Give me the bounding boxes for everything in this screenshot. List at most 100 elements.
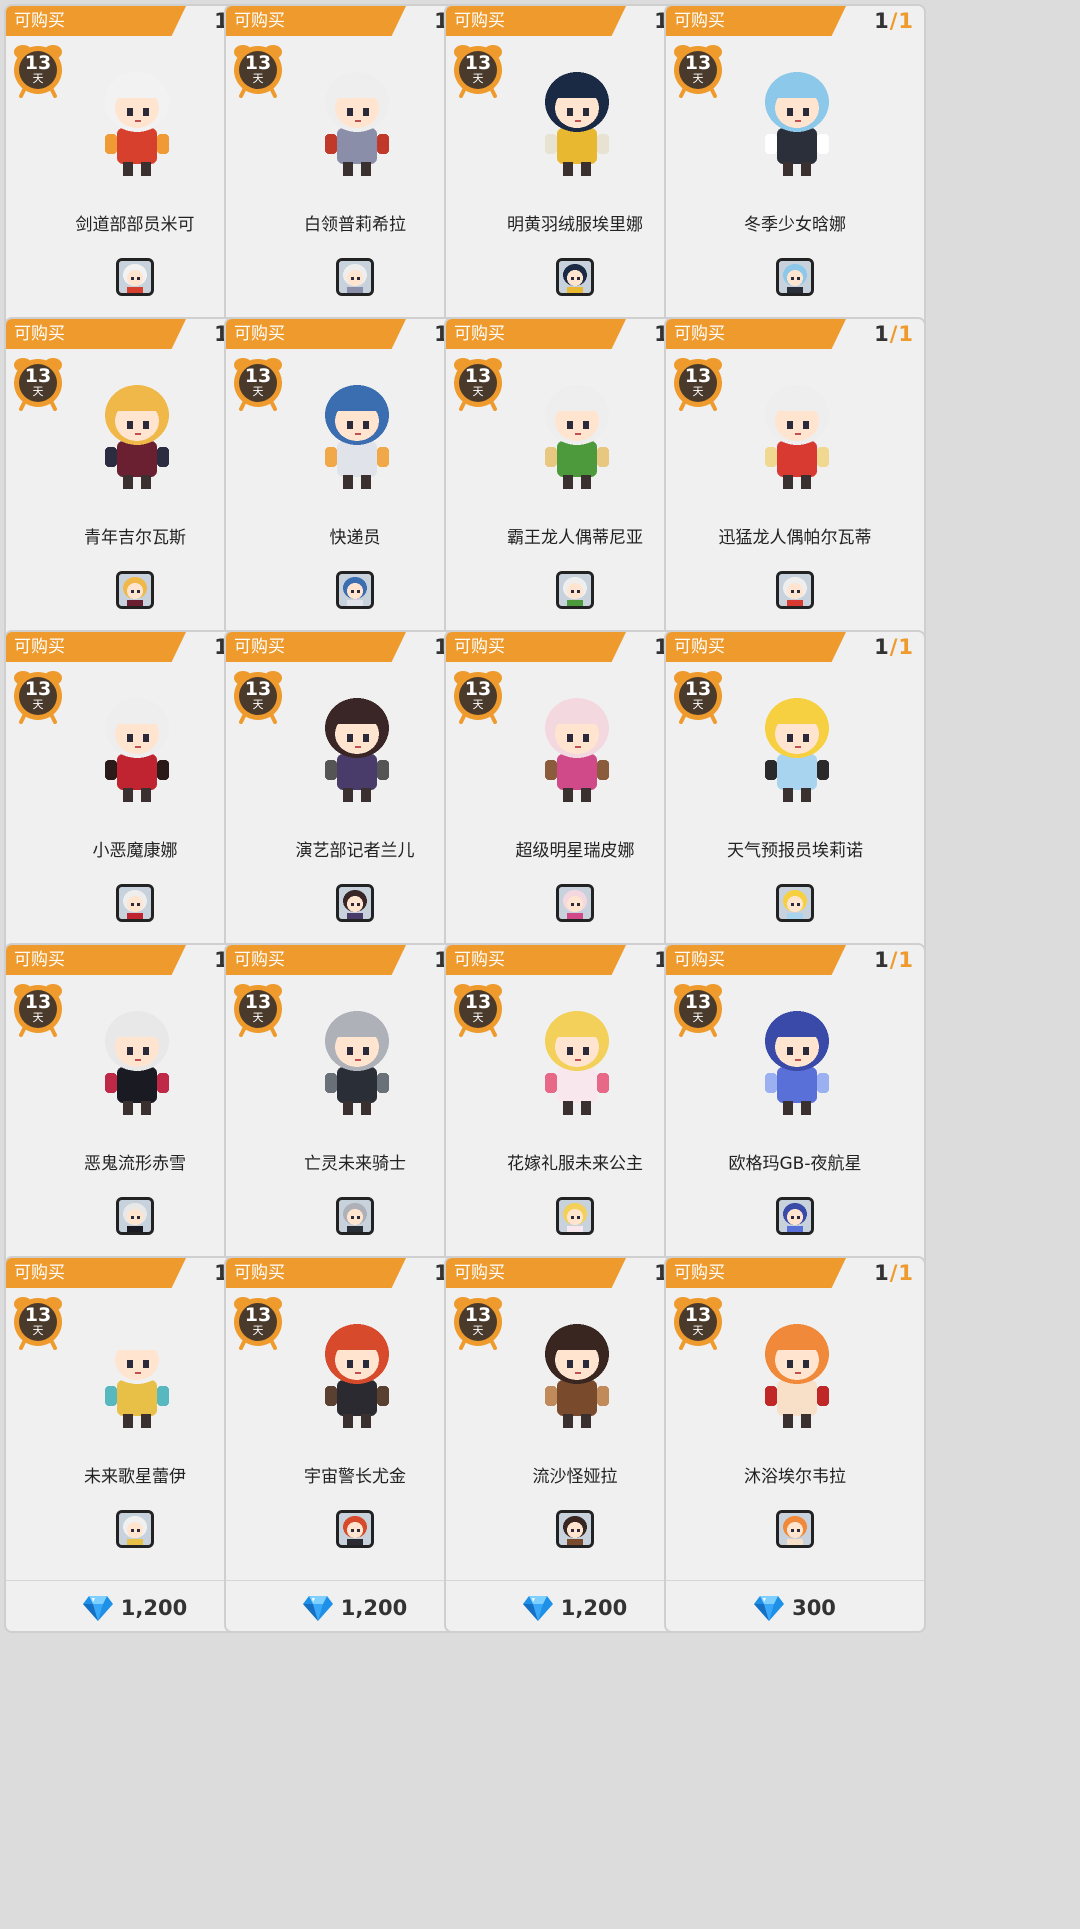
character-avatar-icon[interactable] bbox=[556, 1510, 594, 1548]
price-value: 1,200 bbox=[120, 1596, 188, 1620]
character-portrait bbox=[721, 1316, 873, 1434]
purchase-count-bought: 1 bbox=[874, 1261, 890, 1285]
character-avatar-icon[interactable] bbox=[556, 1197, 594, 1235]
character-avatar-icon[interactable] bbox=[556, 258, 594, 296]
days-unit: 天 bbox=[32, 385, 44, 398]
days-remaining: 13 bbox=[24, 678, 52, 700]
purchasable-label: 可购买 bbox=[674, 1263, 725, 1283]
shop-grid: 可购买 1/1 13 天 剑道部部员米可 bbox=[0, 0, 1080, 1929]
character-avatar-icon[interactable] bbox=[116, 884, 154, 922]
purchasable-ribbon: 可购买 bbox=[226, 632, 406, 662]
character-avatar-icon[interactable] bbox=[116, 1510, 154, 1548]
days-remaining: 13 bbox=[464, 991, 492, 1013]
purchase-count: 1/1 bbox=[874, 8, 914, 34]
purchase-count: 1/1 bbox=[874, 1260, 914, 1286]
alarm-clock-icon: 13 天 bbox=[672, 1294, 724, 1350]
days-remaining: 13 bbox=[244, 678, 272, 700]
purchase-count-bought: 1 bbox=[874, 948, 890, 972]
character-avatar-icon[interactable] bbox=[776, 571, 814, 609]
purchasable-ribbon: 可购买 bbox=[6, 945, 186, 975]
divider bbox=[666, 1580, 924, 1581]
purchasable-label: 可购买 bbox=[14, 637, 65, 657]
days-unit: 天 bbox=[252, 1324, 264, 1337]
character-portrait bbox=[501, 1316, 653, 1434]
days-unit: 天 bbox=[32, 1011, 44, 1024]
purchasable-label: 可购买 bbox=[674, 324, 725, 344]
character-avatar-icon[interactable] bbox=[556, 884, 594, 922]
purchase-count: 1/1 bbox=[874, 321, 914, 347]
purchasable-label: 可购买 bbox=[234, 637, 285, 657]
costume-name: 天气预报员埃莉诺 bbox=[727, 841, 863, 861]
days-remaining: 13 bbox=[244, 365, 272, 387]
purchasable-ribbon: 可购买 bbox=[446, 319, 626, 349]
character-avatar-icon[interactable] bbox=[776, 1197, 814, 1235]
character-avatar-icon[interactable] bbox=[776, 258, 814, 296]
character-avatar-icon[interactable] bbox=[116, 571, 154, 609]
days-remaining: 13 bbox=[684, 52, 712, 74]
purchasable-label: 可购买 bbox=[454, 1263, 505, 1283]
character-avatar-icon[interactable] bbox=[776, 1510, 814, 1548]
days-remaining: 13 bbox=[684, 678, 712, 700]
purchasable-ribbon: 可购买 bbox=[226, 319, 406, 349]
character-avatar-icon[interactable] bbox=[776, 884, 814, 922]
character-portrait bbox=[61, 690, 213, 808]
days-unit: 天 bbox=[692, 1324, 704, 1337]
purchase-count-limit: 1 bbox=[898, 948, 914, 972]
character-portrait bbox=[281, 690, 433, 808]
purchasable-ribbon: 可购买 bbox=[446, 632, 626, 662]
character-avatar-icon[interactable] bbox=[116, 258, 154, 296]
price-value: 1,200 bbox=[560, 1596, 628, 1620]
purchasable-label: 可购买 bbox=[234, 324, 285, 344]
purchasable-ribbon: 可购买 bbox=[666, 632, 846, 662]
alarm-clock-icon: 13 天 bbox=[12, 42, 64, 98]
days-remaining: 13 bbox=[464, 52, 492, 74]
purchase-count-bought: 1 bbox=[874, 322, 890, 346]
alarm-clock-icon: 13 天 bbox=[12, 981, 64, 1037]
character-portrait bbox=[281, 1003, 433, 1121]
character-portrait bbox=[721, 1003, 873, 1121]
days-remaining: 13 bbox=[24, 991, 52, 1013]
purchasable-label: 可购买 bbox=[454, 950, 505, 970]
purchasable-label: 可购买 bbox=[14, 950, 65, 970]
purchasable-label: 可购买 bbox=[674, 11, 725, 31]
purchasable-label: 可购买 bbox=[454, 324, 505, 344]
purchasable-ribbon: 可购买 bbox=[6, 632, 186, 662]
price-button[interactable]: 300 bbox=[666, 1591, 924, 1625]
days-unit: 天 bbox=[252, 72, 264, 85]
days-unit: 天 bbox=[32, 1324, 44, 1337]
character-avatar-icon[interactable] bbox=[556, 571, 594, 609]
price-value: 300 bbox=[792, 1596, 836, 1620]
alarm-clock-icon: 13 天 bbox=[672, 42, 724, 98]
character-portrait bbox=[61, 1003, 213, 1121]
alarm-clock-icon: 13 天 bbox=[452, 355, 504, 411]
shop-item-card[interactable]: 可购买 1/1 13 天 沐浴埃尔韦拉 300 bbox=[664, 1256, 926, 1633]
character-avatar-icon[interactable] bbox=[336, 1197, 374, 1235]
days-unit: 天 bbox=[692, 1011, 704, 1024]
character-portrait bbox=[721, 690, 873, 808]
purchase-count-limit: 1 bbox=[898, 322, 914, 346]
days-unit: 天 bbox=[692, 698, 704, 711]
days-unit: 天 bbox=[252, 698, 264, 711]
days-remaining: 13 bbox=[24, 52, 52, 74]
days-remaining: 13 bbox=[244, 52, 272, 74]
days-remaining: 13 bbox=[464, 1304, 492, 1326]
character-avatar-icon[interactable] bbox=[336, 571, 374, 609]
character-portrait bbox=[501, 1003, 653, 1121]
character-avatar-icon[interactable] bbox=[116, 1197, 154, 1235]
alarm-clock-icon: 13 天 bbox=[452, 668, 504, 724]
days-unit: 天 bbox=[32, 72, 44, 85]
days-unit: 天 bbox=[472, 1011, 484, 1024]
character-avatar-icon[interactable] bbox=[336, 1510, 374, 1548]
purchasable-ribbon: 可购买 bbox=[666, 1258, 846, 1288]
character-avatar-icon[interactable] bbox=[336, 884, 374, 922]
character-avatar-icon[interactable] bbox=[336, 258, 374, 296]
purchase-count: 1/1 bbox=[874, 634, 914, 660]
purchasable-label: 可购买 bbox=[14, 324, 65, 344]
purchasable-label: 可购买 bbox=[674, 950, 725, 970]
diamond-icon bbox=[754, 1596, 785, 1621]
days-unit: 天 bbox=[252, 385, 264, 398]
alarm-clock-icon: 13 天 bbox=[452, 1294, 504, 1350]
days-unit: 天 bbox=[692, 385, 704, 398]
purchasable-ribbon: 可购买 bbox=[446, 6, 626, 36]
character-portrait bbox=[281, 377, 433, 495]
